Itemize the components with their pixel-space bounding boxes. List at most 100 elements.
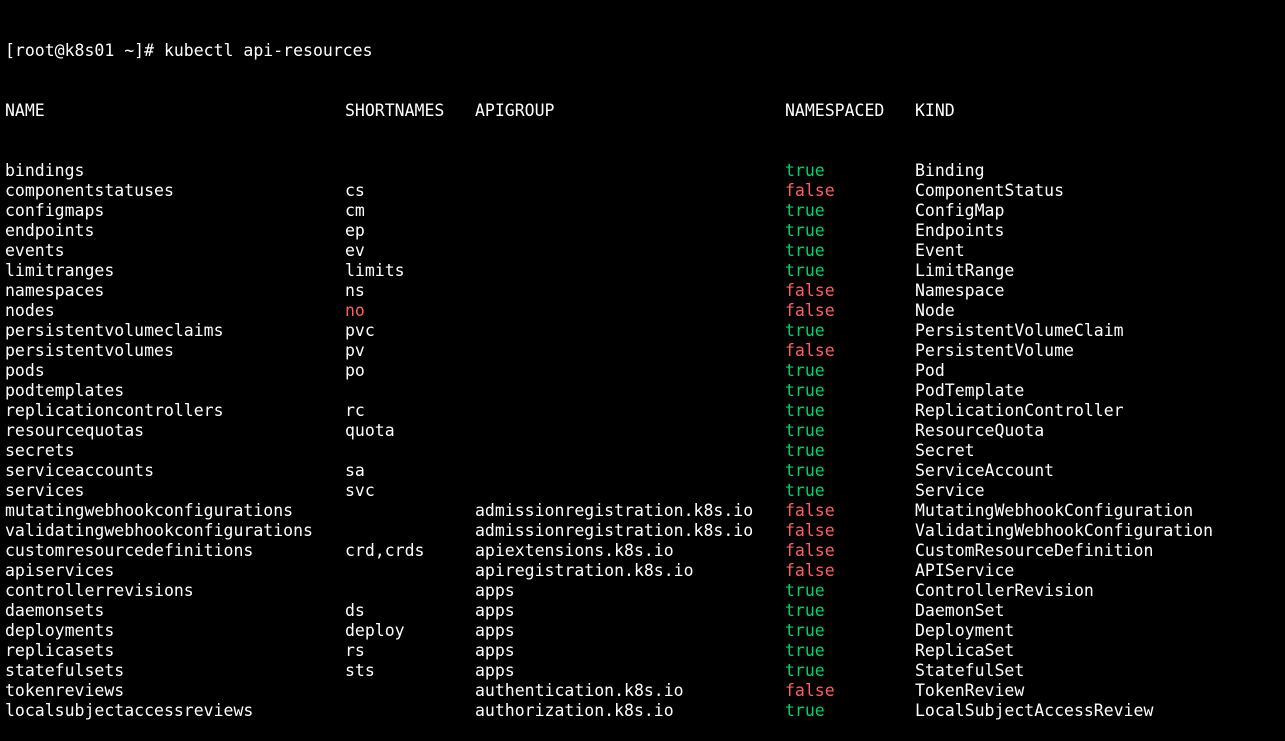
resource-name: statefulsets — [5, 661, 125, 680]
resource-namespaced: true — [785, 361, 825, 380]
resource-shortnames: deploy — [345, 621, 405, 640]
resource-name: tokenreviews — [5, 681, 125, 700]
resource-name: controllerrevisions — [5, 581, 194, 600]
resource-namespaced: false — [785, 521, 835, 540]
resource-namespaced: true — [785, 161, 825, 180]
resource-name: validatingwebhookconfigurations — [5, 521, 313, 540]
header-apigroup: APIGROUP — [475, 101, 555, 120]
resource-namespaced: true — [785, 661, 825, 680]
resource-kind: ValidatingWebhookConfiguration — [915, 521, 1214, 540]
resource-kind: PodTemplate — [915, 381, 1025, 400]
resource-namespaced: true — [785, 441, 825, 460]
resource-kind: Pod — [915, 361, 945, 380]
resource-name: pods — [5, 361, 45, 380]
table-row: persistentvolumes pv false PersistentVolume — [5, 341, 1285, 361]
resource-namespaced: true — [785, 421, 825, 440]
resource-name: persistentvolumeclaims — [5, 321, 224, 340]
resource-kind: PersistentVolumeClaim — [915, 321, 1124, 340]
resource-namespaced: true — [785, 221, 825, 240]
table-row: events ev true Event — [5, 241, 1285, 261]
resource-shortnames: pvc — [345, 321, 375, 340]
resource-name: podtemplates — [5, 381, 125, 400]
resource-name: componentstatuses — [5, 181, 174, 200]
resource-kind: Namespace — [915, 281, 1005, 300]
resource-kind: PersistentVolume — [915, 341, 1074, 360]
resource-namespaced: false — [785, 281, 835, 300]
resource-apigroup: apps — [475, 661, 515, 680]
resource-shortnames: sa — [345, 461, 365, 480]
resource-shortnames: po — [345, 361, 365, 380]
resource-name: customresourcedefinitions — [5, 541, 254, 560]
resource-kind: ConfigMap — [915, 201, 1005, 220]
resource-namespaced: true — [785, 321, 825, 340]
resource-apigroup: admissionregistration.k8s.io — [475, 521, 754, 540]
resource-kind: DaemonSet — [915, 601, 1005, 620]
command-prompt: [root@k8s01 ~]# kubectl api-resources — [5, 41, 373, 60]
resource-shortnames: no — [345, 301, 365, 320]
resource-namespaced: true — [785, 581, 825, 600]
table-row: configmaps cm true ConfigMap — [5, 201, 1285, 221]
table-row: statefulsets sts apps true StatefulSet — [5, 661, 1285, 681]
resource-name: limitranges — [5, 261, 115, 280]
resource-kind: Binding — [915, 161, 985, 180]
resource-shortnames: ds — [345, 601, 365, 620]
resource-kind: MutatingWebhookConfiguration — [915, 501, 1194, 520]
resource-namespaced: false — [785, 341, 835, 360]
resource-namespaced: true — [785, 641, 825, 660]
resource-name: persistentvolumes — [5, 341, 174, 360]
resource-name: configmaps — [5, 201, 105, 220]
resource-kind: Endpoints — [915, 221, 1005, 240]
resource-shortnames: cm — [345, 201, 365, 220]
command-prompt-line: [root@k8s01 ~]# kubectl api-resources — [5, 41, 1285, 61]
resource-name: deployments — [5, 621, 115, 640]
resource-namespaced: true — [785, 621, 825, 640]
resource-name: nodes — [5, 301, 55, 320]
header-name: NAME — [5, 101, 45, 120]
table-row: pods po true Pod — [5, 361, 1285, 381]
table-row: persistentvolumeclaims pvc true PersistentV… — [5, 321, 1285, 341]
resource-kind: Event — [915, 241, 965, 260]
table-row: apiservices apiregistration.k8s.io false AP… — [5, 561, 1285, 581]
resource-apigroup: apps — [475, 641, 515, 660]
resource-namespaced: true — [785, 401, 825, 420]
resource-name: namespaces — [5, 281, 105, 300]
resource-table-body: bindings true Binding componentstatuses cs fa… — [5, 161, 1285, 721]
table-row: localsubjectaccessreviews authorization.k… — [5, 701, 1285, 721]
table-row: serviceaccounts sa true ServiceAccount — [5, 461, 1285, 481]
table-row: podtemplates true PodTemplate — [5, 381, 1285, 401]
resource-kind: CustomResourceDefinition — [915, 541, 1154, 560]
table-row: namespaces ns false Namespace — [5, 281, 1285, 301]
resource-shortnames: rc — [345, 401, 365, 420]
resource-kind: ReplicationController — [915, 401, 1124, 420]
resource-name: services — [5, 481, 85, 500]
table-row: replicasets rs apps true ReplicaSet — [5, 641, 1285, 661]
resource-namespaced: false — [785, 541, 835, 560]
resource-shortnames: rs — [345, 641, 365, 660]
header-shortnames: SHORTNAMES — [345, 101, 445, 120]
resource-namespaced: true — [785, 201, 825, 220]
resource-namespaced: false — [785, 301, 835, 320]
resource-kind: Node — [915, 301, 955, 320]
resource-kind: Deployment — [915, 621, 1015, 640]
resource-kind: TokenReview — [915, 681, 1025, 700]
resource-name: apiservices — [5, 561, 115, 580]
terminal-window[interactable]: [root@k8s01 ~]# kubectl api-resources NA… — [0, 0, 1285, 720]
table-row: services svc true Service — [5, 481, 1285, 501]
resource-kind: ComponentStatus — [915, 181, 1065, 200]
resource-namespaced: true — [785, 701, 825, 720]
resource-shortnames: cs — [345, 181, 365, 200]
resource-shortnames: ep — [345, 221, 365, 240]
resource-namespaced: false — [785, 681, 835, 700]
resource-apigroup: apiextensions.k8s.io — [475, 541, 674, 560]
resource-namespaced: true — [785, 381, 825, 400]
resource-apigroup: authorization.k8s.io — [475, 701, 674, 720]
table-row: daemonsets ds apps true DaemonSet — [5, 601, 1285, 621]
resource-kind: Secret — [915, 441, 975, 460]
table-row: tokenreviews authentication.k8s.io false To… — [5, 681, 1285, 701]
resource-namespaced: true — [785, 461, 825, 480]
table-row: nodes no false Node — [5, 301, 1285, 321]
resource-apigroup: admissionregistration.k8s.io — [475, 501, 754, 520]
table-row: controllerrevisions apps true ControllerRev… — [5, 581, 1285, 601]
resource-shortnames: svc — [345, 481, 375, 500]
table-row: bindings true Binding — [5, 161, 1285, 181]
